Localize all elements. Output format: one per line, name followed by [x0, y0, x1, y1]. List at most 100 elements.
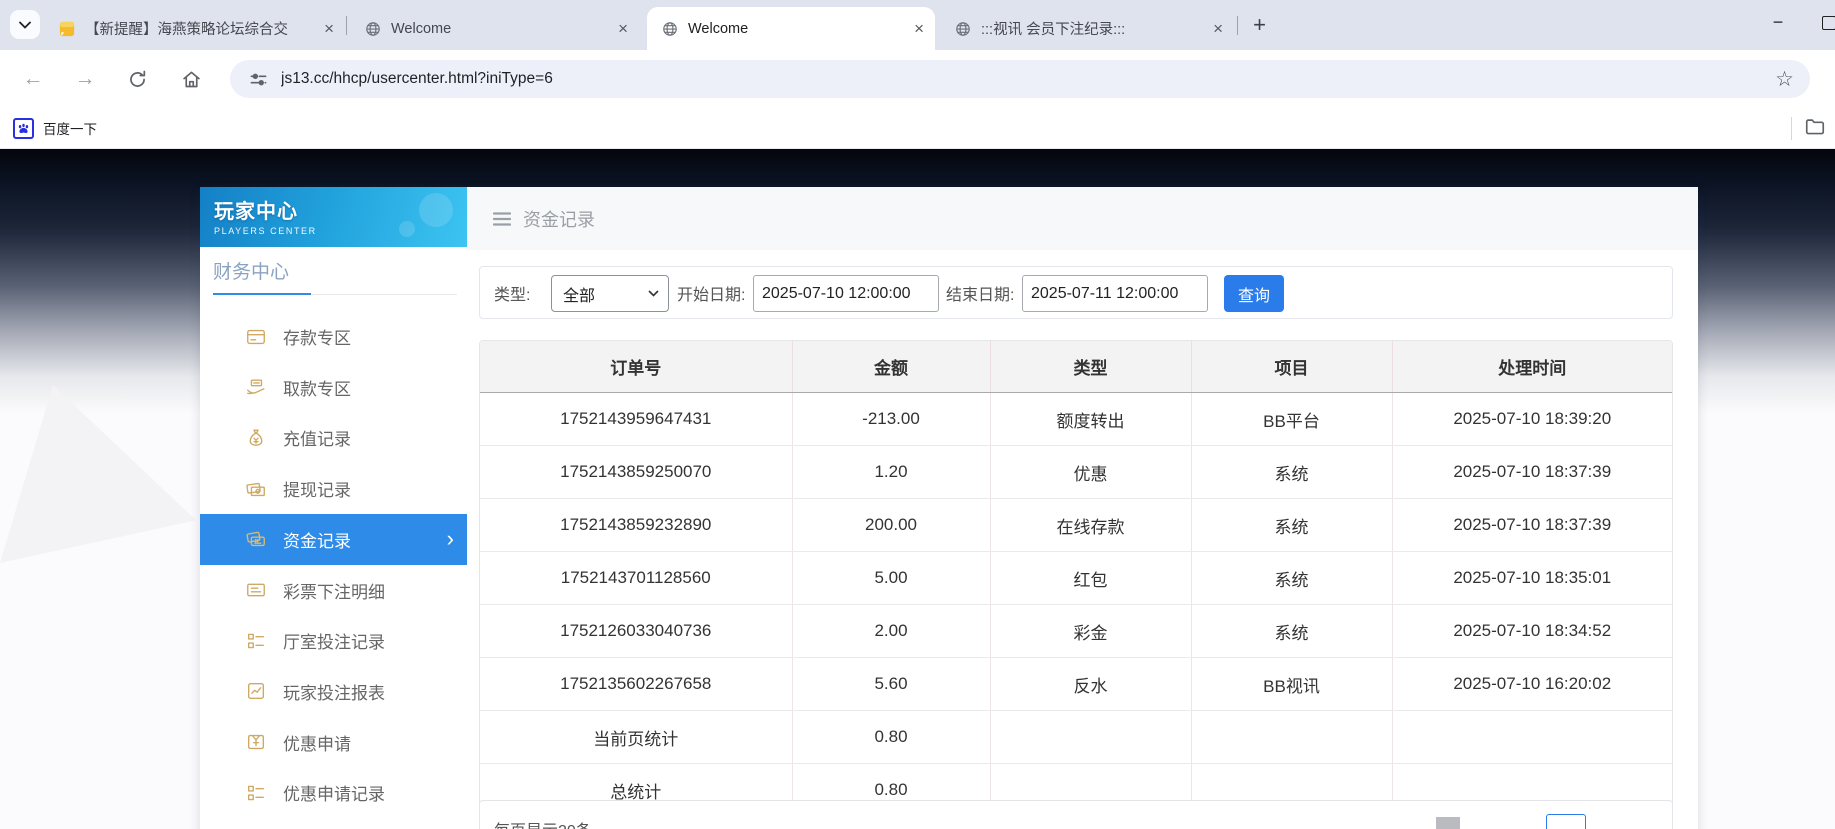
table-row: 1752126033040736 2.00 彩金 系统 2025-07-10 18:34… — [480, 604, 1672, 658]
table-cell: 优惠 — [990, 445, 1192, 499]
page-content: 玩家中心 PLAYERS CENTER 财务中心 存款专区›取款专区›充值记录›… — [0, 149, 1835, 829]
table-cell: 系统 — [1191, 445, 1393, 499]
tab-search-button[interactable] — [10, 10, 40, 39]
browser-tab[interactable]: Welcome × — [350, 7, 639, 50]
table-cell: BB平台 — [1191, 392, 1393, 446]
forward-button[interactable]: → — [70, 64, 100, 94]
address-bar[interactable]: js13.cc/hhcp/usercenter.html?iniType=6 ☆ — [230, 60, 1810, 98]
back-button[interactable]: ← — [18, 64, 48, 94]
bookmarks-bar: 百度一下 — [0, 108, 1835, 149]
end-date-input[interactable] — [1022, 275, 1208, 312]
table-cell — [990, 710, 1192, 764]
new-tab-button[interactable]: + — [1246, 11, 1273, 38]
table-cell: 2025-07-10 18:39:20 — [1392, 392, 1672, 446]
bookmark-star-icon[interactable]: ☆ — [1775, 67, 1794, 92]
site-info-icon[interactable] — [249, 70, 268, 89]
page-number-box[interactable] — [1546, 814, 1586, 829]
sidebar-item[interactable]: 优惠申请› — [200, 717, 467, 768]
table-cell: 2025-07-10 18:37:39 — [1392, 498, 1672, 552]
moneybag-icon — [245, 427, 267, 449]
chat-bubble-icon — [58, 20, 76, 38]
sidebar-item[interactable]: 资金记录 › — [200, 513, 467, 565]
column-header: 类型 — [990, 341, 1192, 393]
table-cell: 1.20 — [792, 445, 991, 499]
sidebar-item[interactable]: 存款专区› — [200, 311, 467, 362]
table-cell: 1752143959647431 — [480, 392, 793, 446]
reload-button[interactable] — [122, 64, 152, 94]
pagination-bar: 每页显示20条 — [479, 800, 1673, 829]
sidebar-item[interactable]: 厅室投注记录› — [200, 615, 467, 666]
tab-title: 【新提醒】海燕策略论坛综合交 — [85, 22, 288, 38]
withdraw-hand-icon — [245, 376, 267, 398]
page-size-text: 每页显示20条 — [494, 817, 592, 829]
decorative-bubble — [419, 193, 453, 227]
type-select[interactable]: 全部 — [551, 275, 669, 312]
tab-close-icon[interactable]: × — [1210, 19, 1226, 38]
minimize-button[interactable]: − — [1764, 6, 1792, 38]
table-cell: 当前页统计 — [480, 710, 793, 764]
tab-close-icon[interactable]: × — [321, 19, 337, 38]
table-cell: 2025-07-10 18:34:52 — [1392, 604, 1672, 658]
sidebar-item-label: 提现记录 — [283, 481, 351, 501]
sidebar-item[interactable]: 提现记录› — [200, 463, 467, 514]
tab-close-icon[interactable]: × — [911, 19, 927, 38]
search-button[interactable]: 查询 — [1224, 275, 1284, 312]
end-date-label: 结束日期: — [946, 286, 1015, 304]
globe-icon — [364, 20, 382, 38]
tab-title: Welcome — [688, 20, 749, 37]
browser-tab[interactable]: 【新提醒】海燕策略论坛综合交 × — [44, 7, 345, 50]
column-header: 金额 — [792, 341, 991, 393]
sidebar-item[interactable]: 取款专区› — [200, 362, 467, 413]
table-cell: 红包 — [990, 551, 1192, 605]
sidebar-item-label: 充值记录 — [283, 430, 351, 450]
sidebar-item[interactable]: 彩票下注明细› — [200, 565, 467, 616]
sidebar-item-label: 资金记录 — [283, 531, 351, 551]
table-row: 1752143701128560 5.00 红包 系统 2025-07-10 18:35… — [480, 551, 1672, 605]
pagination-control[interactable] — [1436, 817, 1460, 829]
sidebar-item-label: 存款专区 — [283, 329, 351, 348]
table-cell: 1752143701128560 — [480, 551, 793, 605]
main-area: 资金记录 类型: 全部 开始日期: 结束日期: 查询 — [467, 187, 1698, 829]
url-text[interactable]: js13.cc/hhcp/usercenter.html?iniType=6 — [281, 70, 1775, 88]
hamburger-icon — [493, 211, 511, 226]
table-row: 1752143859250070 1.20 优惠 系统 2025-07-10 18:37… — [480, 445, 1672, 499]
browser-window: 【新提醒】海燕策略论坛综合交 × Welcome × Welcome ×:::视讯 会员下… — [0, 0, 1835, 829]
start-date-label: 开始日期: — [677, 286, 746, 304]
page-title-bar: 资金记录 — [467, 187, 1698, 250]
globe-icon — [661, 20, 679, 38]
sidebar-item[interactable]: 玩家投注报表› — [200, 666, 467, 717]
table-cell: 2025-07-10 18:35:01 — [1392, 551, 1672, 605]
column-header: 项目 — [1191, 341, 1393, 393]
sidebar-item[interactable]: 充值记录› — [200, 412, 467, 463]
table-cell: 2025-07-10 18:37:39 — [1392, 445, 1672, 499]
sidebar-item[interactable]: 优惠申请记录› — [200, 767, 467, 818]
grid-list-icon — [245, 630, 267, 652]
table-cell: 1752126033040736 — [480, 604, 793, 658]
tab-divider — [1237, 16, 1238, 35]
browser-tab[interactable]: :::视讯 会员下注纪录::: × — [940, 7, 1234, 50]
bookmark-baidu[interactable]: 百度一下 — [13, 115, 97, 141]
table-cell: 额度转出 — [990, 392, 1192, 446]
baidu-paw-icon — [13, 117, 34, 139]
report-chart-icon — [245, 680, 267, 702]
other-bookmarks-folder-icon[interactable] — [1804, 116, 1828, 140]
chevron-down-icon — [19, 21, 31, 29]
ticket-list-icon — [245, 579, 267, 601]
start-date-input[interactable] — [753, 275, 939, 312]
grid-list-icon — [245, 782, 267, 804]
wallet-icon — [245, 478, 267, 500]
tab-close-icon[interactable]: × — [615, 19, 631, 38]
table-cell: -213.00 — [792, 392, 991, 446]
browser-tab[interactable]: Welcome × — [647, 7, 935, 50]
table-cell — [1191, 710, 1393, 764]
home-button[interactable] — [176, 64, 206, 94]
table-cell: 彩金 — [990, 604, 1192, 658]
tab-divider — [346, 16, 347, 35]
maximize-button[interactable] — [1822, 16, 1835, 30]
coins-icon — [245, 528, 267, 550]
browser-toolbar: ← → js13.cc/hhcp/usercenter.html?iniType… — [0, 50, 1835, 108]
table-cell: 系统 — [1191, 604, 1393, 658]
table-row: 1752135602267658 5.60 反水 BB视讯 2025-07-10 16:… — [480, 657, 1672, 711]
section-underline-accent — [213, 293, 311, 295]
page-title: 资金记录 — [523, 209, 595, 230]
